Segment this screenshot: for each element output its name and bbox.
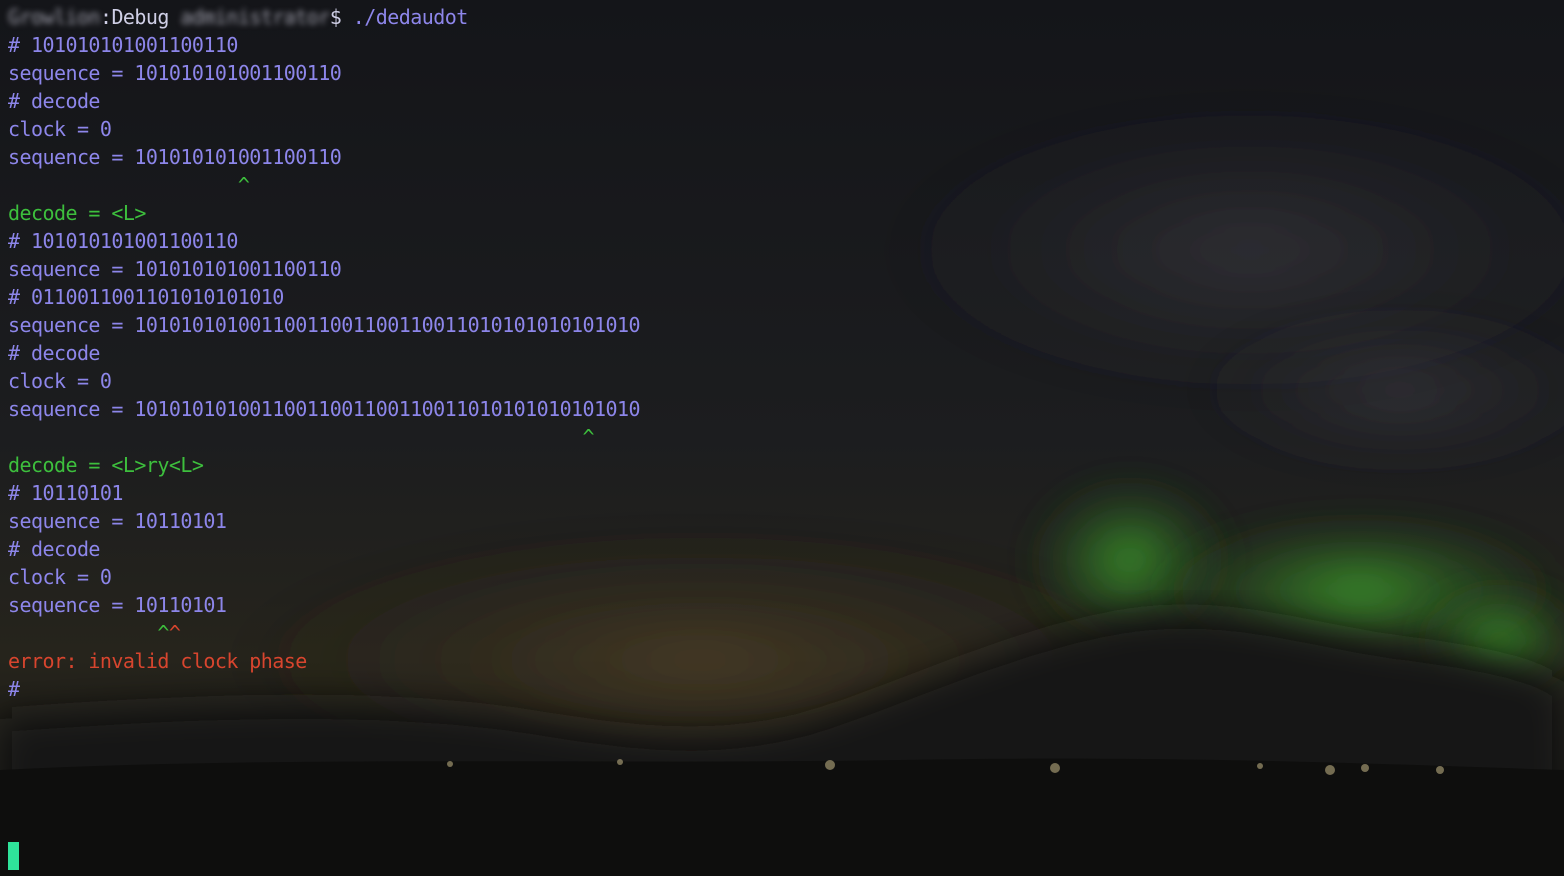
output-line: sequence = 101010101001100110 — [8, 145, 342, 169]
prompt-cwd: Debug — [111, 5, 169, 29]
output-line: # 101010101001100110 — [8, 229, 238, 253]
prompt-host: Growlion — [8, 5, 100, 29]
output-line: sequence = 10110101 — [8, 509, 227, 533]
output-line: sequence = 101010101001100110 — [8, 61, 342, 85]
output-line: clock = 0 — [8, 117, 112, 141]
caret-marker-line: ^ — [8, 173, 250, 197]
output-line: # decode — [8, 537, 100, 561]
caret-marker-line: ^ — [8, 425, 595, 449]
prompt-user: administrator — [180, 5, 330, 29]
output-line: # decode — [8, 341, 100, 365]
terminal-prompt-line: Growlion:Debug administrator$ ./dedaudot — [8, 5, 468, 29]
output-line: # 0110011001101010101010 — [8, 285, 284, 309]
output-line: # decode — [8, 89, 100, 113]
output-line: # 10110101 — [8, 481, 123, 505]
prompt-command: ./dedaudot — [341, 5, 468, 29]
output-line: sequence = 10101010100110011001100110011… — [8, 397, 641, 421]
error-message-line: error: invalid clock phase — [8, 649, 307, 673]
terminal-window[interactable]: Growlion:Debug administrator$ ./dedaudot… — [8, 3, 1556, 869]
caret-marker-line-mixed: ^^ — [8, 621, 181, 645]
output-line: sequence = 10101010100110011001100110011… — [8, 313, 641, 337]
terminal-cursor — [8, 842, 19, 870]
output-line: sequence = 10110101 — [8, 593, 227, 617]
decode-result-line: decode = <L>ry<L> — [8, 453, 204, 477]
output-line: # — [8, 677, 20, 701]
output-line: # 101010101001100110 — [8, 33, 238, 57]
output-line: clock = 0 — [8, 565, 112, 589]
decode-result-line: decode = <L> — [8, 201, 146, 225]
output-line: sequence = 101010101001100110 — [8, 257, 342, 281]
output-line: clock = 0 — [8, 369, 112, 393]
prompt-symbol: $ — [329, 5, 342, 29]
